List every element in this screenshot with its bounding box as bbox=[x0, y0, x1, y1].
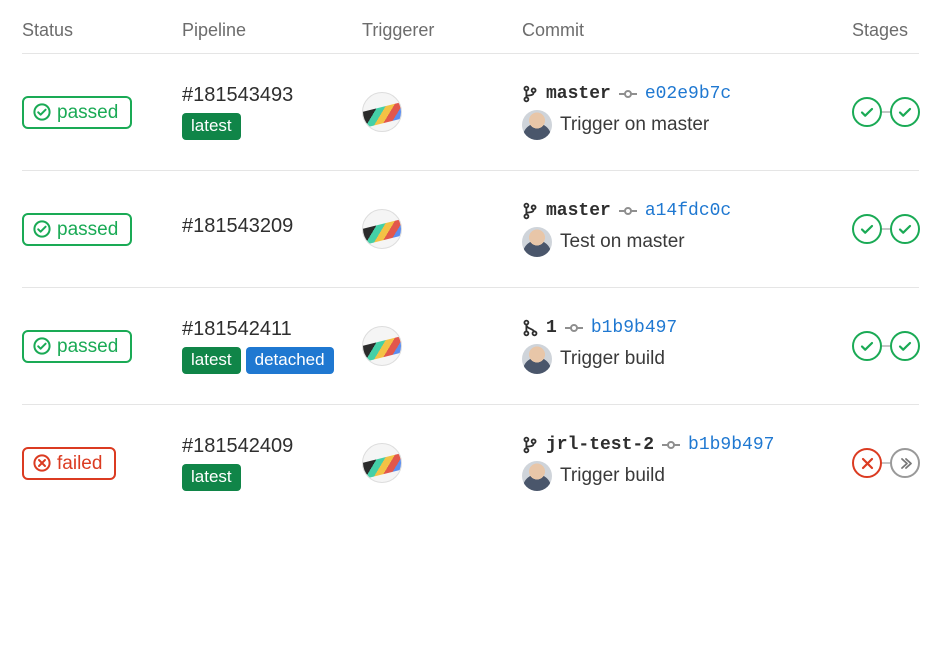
table-row: passed #181543209 master a14fdc0c Test o… bbox=[22, 171, 919, 288]
col-header-stages: Stages bbox=[852, 20, 941, 41]
table-row: passed #181542411 latest detached 1 b1b9… bbox=[22, 288, 919, 405]
status-label: passed bbox=[57, 103, 118, 122]
check-icon bbox=[860, 105, 875, 120]
tag-latest: latest bbox=[182, 347, 241, 373]
author-avatar[interactable] bbox=[522, 227, 552, 257]
commit-sha-link[interactable]: b1b9b497 bbox=[688, 435, 774, 455]
branch-icon bbox=[522, 202, 538, 220]
table-header: Status Pipeline Triggerer Commit Stages bbox=[22, 20, 919, 54]
stages-graph bbox=[852, 448, 941, 478]
col-header-triggerer: Triggerer bbox=[362, 20, 522, 41]
stage-status-skipped[interactable] bbox=[890, 448, 920, 478]
stage-status-passed[interactable] bbox=[852, 331, 882, 361]
status-badge-passed[interactable]: passed bbox=[22, 213, 132, 246]
stage-status-passed[interactable] bbox=[852, 214, 882, 244]
check-icon bbox=[898, 339, 913, 354]
merge-request-icon bbox=[522, 319, 538, 337]
check-circle-icon bbox=[33, 103, 51, 121]
commit-message: Trigger build bbox=[560, 348, 665, 370]
status-label: passed bbox=[57, 337, 118, 356]
col-header-status: Status bbox=[22, 20, 182, 41]
pipeline-id-link[interactable]: #181542409 bbox=[182, 435, 362, 458]
commit-icon bbox=[619, 205, 637, 217]
status-badge-failed[interactable]: failed bbox=[22, 447, 116, 480]
pipeline-id-link[interactable]: #181542411 bbox=[182, 318, 362, 341]
stages-graph bbox=[852, 214, 941, 244]
commit-icon bbox=[565, 322, 583, 334]
stage-status-passed[interactable] bbox=[890, 331, 920, 361]
commit-icon bbox=[662, 439, 680, 451]
stage-status-passed[interactable] bbox=[852, 97, 882, 127]
commit-message: Test on master bbox=[560, 231, 685, 253]
stage-connector bbox=[882, 345, 890, 347]
commit-message: Trigger on master bbox=[560, 114, 709, 136]
pipelines-table: Status Pipeline Triggerer Commit Stages … bbox=[22, 20, 919, 521]
status-badge-passed[interactable]: passed bbox=[22, 96, 132, 129]
tag-latest: latest bbox=[182, 464, 241, 490]
check-icon bbox=[860, 222, 875, 237]
stages-graph bbox=[852, 97, 941, 127]
check-circle-icon bbox=[33, 337, 51, 355]
author-avatar[interactable] bbox=[522, 461, 552, 491]
triggerer-avatar[interactable] bbox=[362, 92, 402, 132]
stages-graph bbox=[852, 331, 941, 361]
table-row: passed #181543493 latest master e02e9b7c… bbox=[22, 54, 919, 171]
commit-icon bbox=[619, 88, 637, 100]
triggerer-avatar[interactable] bbox=[362, 326, 402, 366]
check-icon bbox=[860, 339, 875, 354]
table-row: failed #181542409 latest jrl-test-2 b1b9… bbox=[22, 405, 919, 521]
x-circle-icon bbox=[33, 454, 51, 472]
check-circle-icon bbox=[33, 220, 51, 238]
stage-status-passed[interactable] bbox=[890, 97, 920, 127]
x-icon bbox=[860, 456, 875, 471]
pipeline-id-link[interactable]: #181543209 bbox=[182, 215, 362, 238]
commit-sha-link[interactable]: e02e9b7c bbox=[645, 84, 731, 104]
skip-icon bbox=[898, 456, 913, 471]
stage-connector bbox=[882, 228, 890, 230]
branch-icon bbox=[522, 436, 538, 454]
branch-icon bbox=[522, 85, 538, 103]
commit-message: Trigger build bbox=[560, 465, 665, 487]
author-avatar[interactable] bbox=[522, 344, 552, 374]
col-header-pipeline: Pipeline bbox=[182, 20, 362, 41]
pipeline-id-link[interactable]: #181543493 bbox=[182, 84, 362, 107]
branch-link[interactable]: jrl-test-2 bbox=[546, 435, 654, 455]
stage-connector bbox=[882, 462, 890, 464]
check-icon bbox=[898, 222, 913, 237]
stage-connector bbox=[882, 111, 890, 113]
col-header-commit: Commit bbox=[522, 20, 852, 41]
triggerer-avatar[interactable] bbox=[362, 443, 402, 483]
status-label: failed bbox=[57, 454, 102, 473]
check-icon bbox=[898, 105, 913, 120]
branch-link[interactable]: master bbox=[546, 201, 611, 221]
stage-status-failed[interactable] bbox=[852, 448, 882, 478]
triggerer-avatar[interactable] bbox=[362, 209, 402, 249]
stage-status-passed[interactable] bbox=[890, 214, 920, 244]
commit-sha-link[interactable]: a14fdc0c bbox=[645, 201, 731, 221]
tag-latest: latest bbox=[182, 113, 241, 139]
tag-detached: detached bbox=[246, 347, 334, 373]
status-badge-passed[interactable]: passed bbox=[22, 330, 132, 363]
author-avatar[interactable] bbox=[522, 110, 552, 140]
merge-request-link[interactable]: 1 bbox=[546, 318, 557, 338]
branch-link[interactable]: master bbox=[546, 84, 611, 104]
status-label: passed bbox=[57, 220, 118, 239]
commit-sha-link[interactable]: b1b9b497 bbox=[591, 318, 677, 338]
